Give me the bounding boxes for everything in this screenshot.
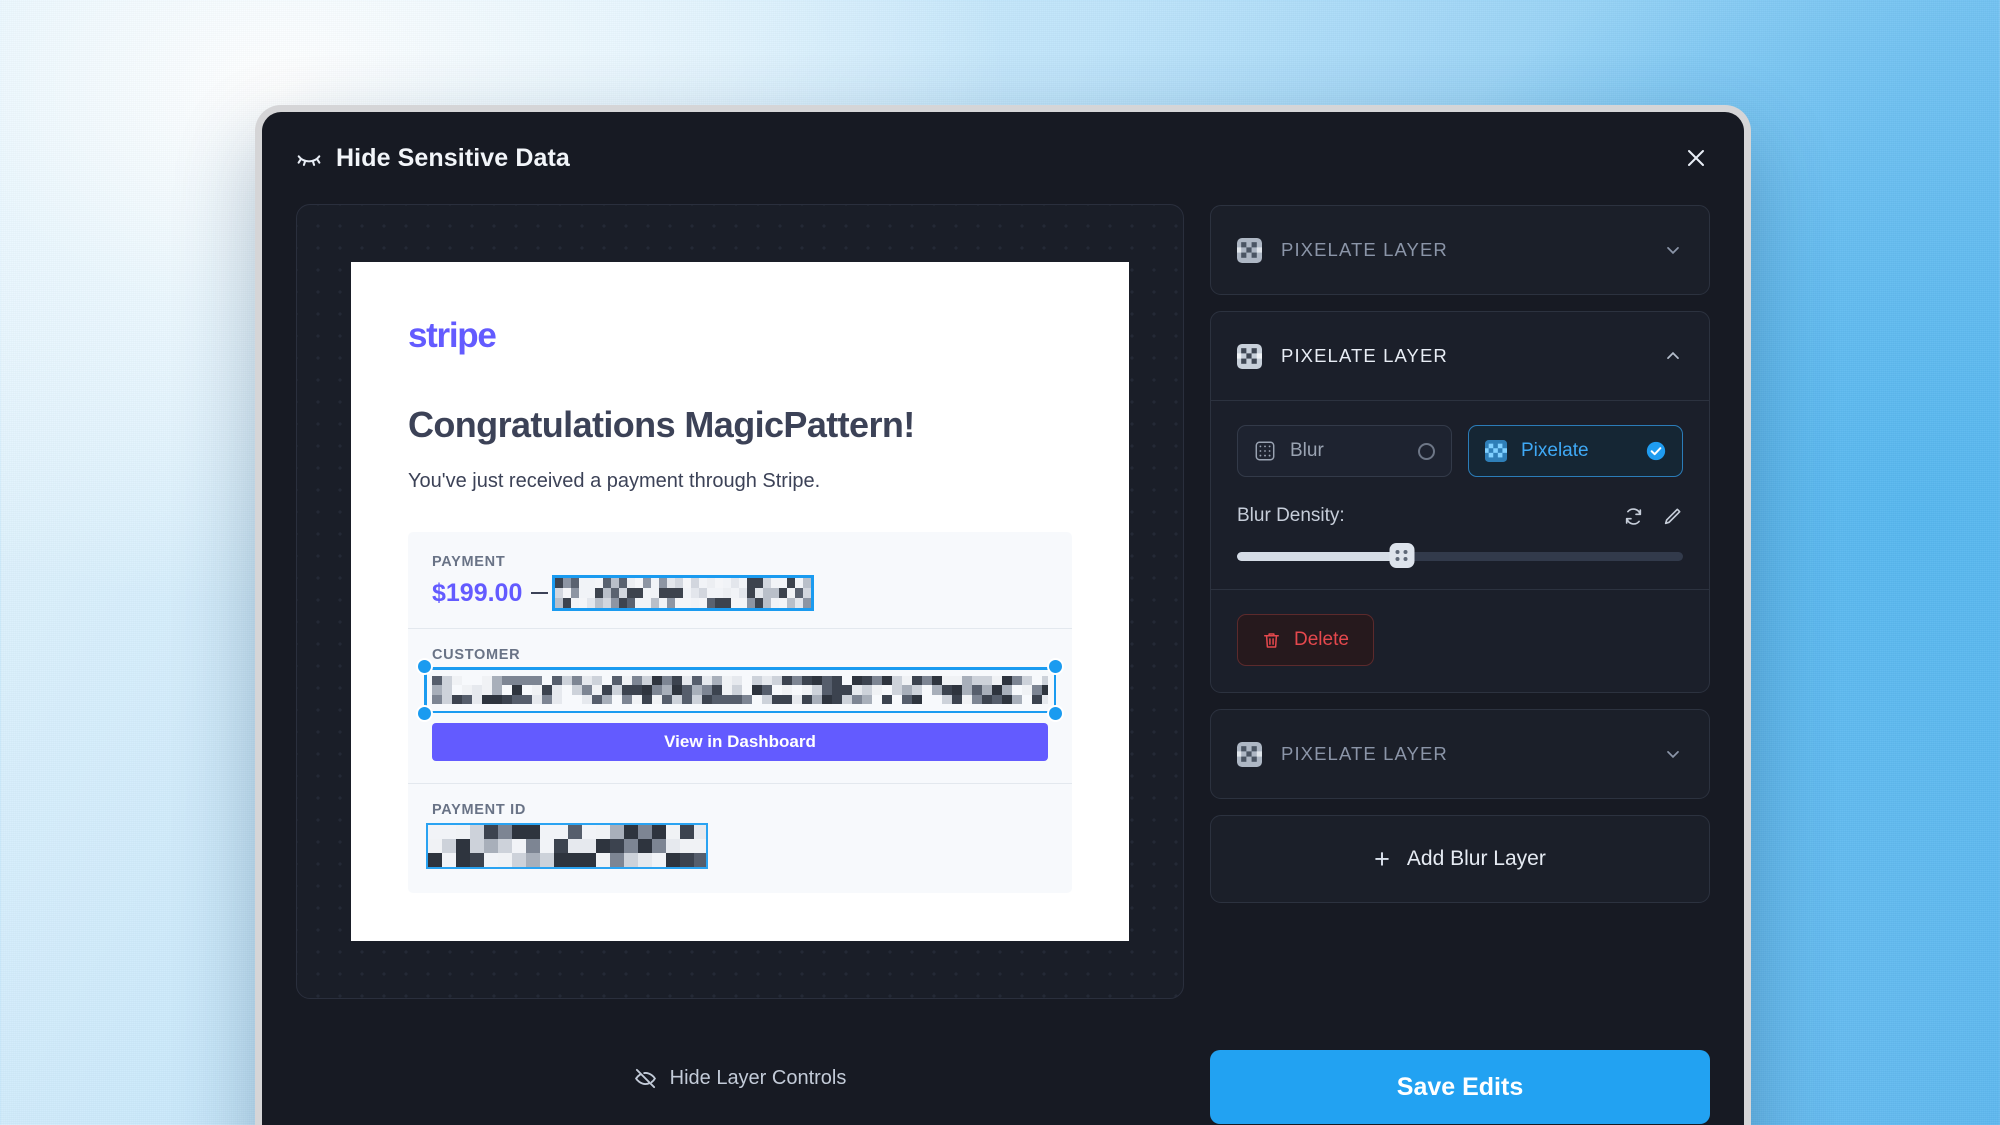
slider-track-fill [1237,552,1403,561]
layer-header-3[interactable]: PIXELATE LAYER [1211,710,1709,798]
hide-layer-controls-label: Hide Layer Controls [669,1067,847,1089]
layer-card-1: PIXELATE LAYER [1210,205,1710,295]
close-icon [1688,150,1704,166]
modal-header: Hide Sensitive Data [262,112,1744,204]
email-heading: Congratulations MagicPattern! [408,404,915,445]
eye-off-icon [297,155,321,166]
hide-sensitive-data-modal: Hide Sensitive Data stripe Congratulatio… [255,105,1751,1125]
redaction-region-customer-selected[interactable] [416,658,1064,722]
blur-density-row: Blur Density: [1237,505,1683,527]
page-title: Hide Sensitive Data [336,143,570,172]
refresh-icon[interactable] [1623,506,1644,527]
editor-canvas[interactable]: stripe Congratulations MagicPattern! You… [296,204,1184,999]
redaction-pixels-customer [432,676,1048,704]
layer-name-2: PIXELATE LAYER [1281,345,1448,366]
divider [408,783,1072,784]
payment-amount: $199.00 [432,578,523,607]
canvas-column: stripe Congratulations MagicPattern! You… [296,204,1184,1125]
redaction-region-payment-email[interactable] [552,575,815,611]
dash-separator [531,592,549,594]
blur-radio-unselected[interactable] [1418,442,1435,460]
chevron-down-icon[interactable] [1663,240,1683,260]
delete-label: Delete [1294,629,1349,650]
selection-handle-bottom-left[interactable] [416,705,433,722]
chevron-down-icon[interactable] [1663,744,1683,764]
delete-layer-button[interactable]: Delete [1237,614,1374,666]
save-edits-button[interactable]: Save Edits [1210,1050,1710,1124]
add-blur-layer-label: Add Blur Layer [1406,847,1546,870]
pixelate-mode-button[interactable]: Pixelate [1468,425,1683,477]
selection-handle-top-left[interactable] [416,658,433,675]
customer-label: CUSTOMER [432,647,521,663]
modal-title-group: Hide Sensitive Data [296,144,570,173]
layer-name-3: PIXELATE LAYER [1281,743,1448,764]
layers-sidebar: PIXELATE LAYER PIXELATE LAYER Blur Pixel… [1210,204,1710,1125]
blur-mode-button[interactable]: Blur [1237,425,1452,477]
pixelate-mode-label: Pixelate [1521,440,1589,461]
pixelate-icon [1485,440,1507,462]
layer-header-2[interactable]: PIXELATE LAYER [1211,312,1709,400]
delete-row: Delete [1211,590,1709,692]
pixelate-icon [1237,741,1262,767]
selection-handle-top-right[interactable] [1047,658,1064,675]
divider [408,628,1072,629]
close-button[interactable] [1676,138,1716,178]
add-blur-layer-button[interactable]: + Add Blur Layer [1210,815,1710,903]
blur-grid-icon [1255,441,1275,461]
slider-thumb[interactable] [1389,543,1415,568]
check-circle-icon[interactable] [1646,441,1666,461]
payment-id-label: PAYMENT ID [432,802,527,818]
layer-name-1: PIXELATE LAYER [1281,239,1448,260]
effect-mode-row: Blur Pixelate [1237,425,1683,477]
email-preview-image: stripe Congratulations MagicPattern! You… [351,262,1129,941]
view-in-dashboard-button[interactable]: View in Dashboard [432,723,1048,761]
redaction-region-payment-id[interactable] [426,823,708,869]
hide-layer-controls-button[interactable]: Hide Layer Controls [296,999,1184,1125]
layer-header-1[interactable]: PIXELATE LAYER [1211,206,1709,294]
pixelate-icon [1237,237,1262,263]
selection-handle-bottom-right[interactable] [1047,705,1064,722]
chevron-up-icon[interactable] [1663,346,1683,366]
modal-body: stripe Congratulations MagicPattern! You… [262,204,1744,1125]
layer-card-2: PIXELATE LAYER Blur Pixelate Blur Densit… [1210,311,1710,693]
eye-slash-icon [634,1068,656,1089]
trash-icon [1264,632,1279,648]
payment-label: PAYMENT [432,554,506,570]
blur-mode-label: Blur [1290,440,1324,461]
stripe-logo: stripe [408,316,497,355]
email-subheading: You've just received a payment through S… [408,470,821,492]
blur-density-slider[interactable] [1237,543,1683,568]
blur-density-label: Blur Density: [1237,505,1345,526]
plus-icon: + [1374,843,1390,874]
payment-detail-card: PAYMENT $199.00 CUSTOMER View in Dashboa… [408,532,1072,893]
pixelate-icon [1237,343,1262,369]
payment-row: $199.00 [432,575,1048,611]
pencil-icon[interactable] [1662,506,1683,527]
layer-card-3: PIXELATE LAYER [1210,709,1710,799]
layer-settings-panel: Blur Pixelate Blur Density: [1211,401,1709,589]
